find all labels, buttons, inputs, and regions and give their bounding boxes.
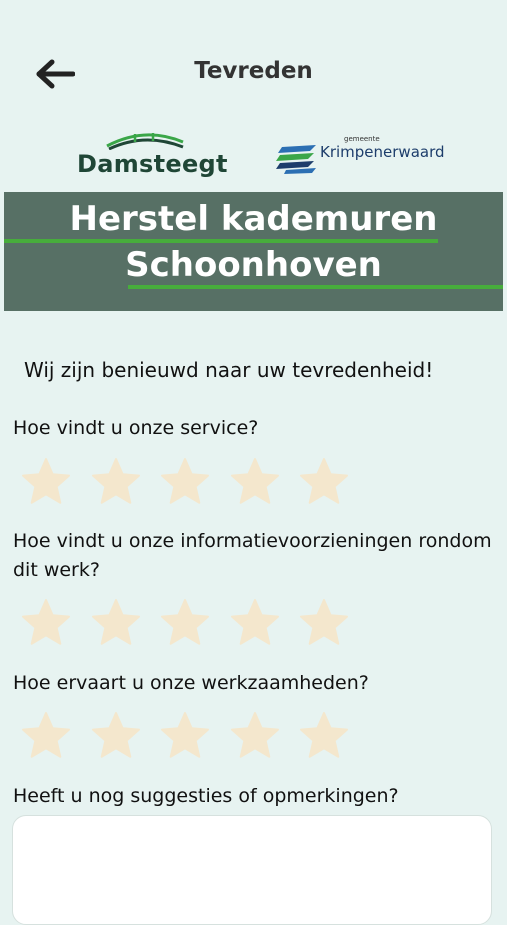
damsteegt-logo: Damsteegt <box>75 128 228 183</box>
krimpenerwaard-logo: gemeente Krimpenerwaard <box>276 133 446 183</box>
intro-text: Wij zijn benieuwd naar uw tevredenheid! <box>24 358 434 382</box>
banner-underline-1 <box>4 239 438 243</box>
star-icon[interactable] <box>20 597 72 649</box>
star-icon[interactable] <box>298 456 350 508</box>
krimpenerwaard-emblem-icon <box>276 145 316 174</box>
question-work: Hoe ervaart u onze werkzaamheden? <box>13 672 369 694</box>
krimpenerwaard-small-text: gemeente <box>344 135 380 143</box>
bridge-icon <box>106 133 184 150</box>
krimpenerwaard-logo-text: Krimpenerwaard <box>320 143 445 161</box>
star-icon[interactable] <box>90 456 142 508</box>
rating-work <box>20 710 380 762</box>
star-icon[interactable] <box>90 597 142 649</box>
star-icon[interactable] <box>229 597 281 649</box>
page-title: Tevreden <box>194 58 313 84</box>
header: Tevreden <box>0 40 507 110</box>
star-icon[interactable] <box>298 597 350 649</box>
star-icon[interactable] <box>298 710 350 762</box>
star-icon[interactable] <box>159 597 211 649</box>
banner-title-line1: Herstel kademuren <box>69 199 438 239</box>
question-service: Hoe vindt u onze service? <box>13 417 259 439</box>
suggestions-label: Heeft u nog suggesties of opmerkingen? <box>13 785 399 807</box>
question-information: Hoe vindt u onze informatievoorzieningen… <box>13 530 492 581</box>
star-icon[interactable] <box>159 456 211 508</box>
star-icon[interactable] <box>20 710 72 762</box>
rating-service <box>20 456 380 508</box>
suggestions-field[interactable] <box>12 815 492 925</box>
rating-information <box>20 597 380 649</box>
star-icon[interactable] <box>229 710 281 762</box>
logos-row: Damsteegt gemeente Krimpenerwaard <box>0 125 507 185</box>
project-banner: Herstel kademuren Schoonhoven <box>4 192 503 311</box>
damsteegt-logo-text: Damsteegt <box>77 150 228 178</box>
banner-title-line2: Schoonhoven <box>125 245 382 285</box>
star-icon[interactable] <box>20 456 72 508</box>
star-icon[interactable] <box>90 710 142 762</box>
star-icon[interactable] <box>159 710 211 762</box>
star-icon[interactable] <box>229 456 281 508</box>
banner-underline-2 <box>128 285 503 289</box>
